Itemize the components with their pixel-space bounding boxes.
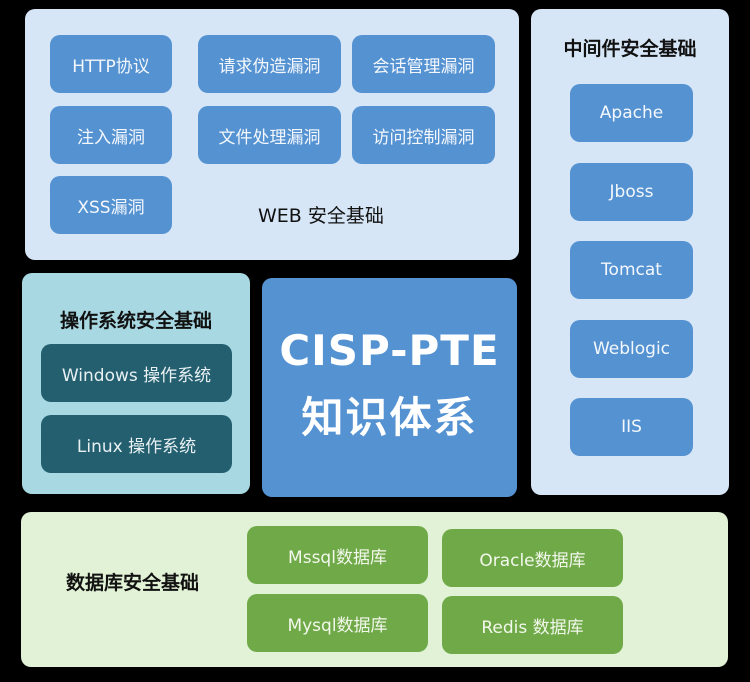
os-security-panel: 操作系统安全基础 Windows 操作系统 Linux 操作系统 [22,273,250,494]
middleware-item-iis[interactable]: IIS [570,398,693,456]
web-item-file[interactable]: 文件处理漏洞 [198,106,341,164]
db-item-label: Redis 数据库 [481,617,584,638]
middleware-item-label: IIS [621,417,642,437]
middleware-item-weblogic[interactable]: Weblogic [570,320,693,378]
middleware-item-label: Apache [599,103,664,123]
middleware-heading: 中间件安全基础 [563,38,697,60]
db-item-label: Mssql数据库 [288,547,387,568]
web-item-label: 请求伪造漏洞 [218,56,321,77]
web-item-session[interactable]: 会话管理漏洞 [352,35,495,93]
middleware-item-tomcat[interactable]: Tomcat [570,241,693,299]
os-item-label: Windows 操作系统 [61,365,212,386]
db-item-mysql[interactable]: Mysql数据库 [247,594,428,652]
middleware-item-apache[interactable]: Apache [570,84,693,142]
web-item-http[interactable]: HTTP协议 [50,35,172,93]
web-item-label: HTTP协议 [72,56,150,77]
db-item-label: Oracle数据库 [479,550,586,571]
db-item-mssql[interactable]: Mssql数据库 [247,526,428,584]
core-title-line2: 知识体系 [301,393,478,442]
web-item-label: 访问控制漏洞 [372,127,475,148]
database-heading: 数据库安全基础 [66,572,200,594]
middleware-item-label: Jboss [609,182,654,202]
web-item-injection[interactable]: 注入漏洞 [50,106,172,164]
web-item-label: 会话管理漏洞 [372,56,475,77]
web-item-access[interactable]: 访问控制漏洞 [352,106,495,164]
os-item-label: Linux 操作系统 [76,436,197,457]
web-item-xss[interactable]: XSS漏洞 [50,176,172,234]
os-heading: 操作系统安全基础 [59,310,212,332]
database-security-panel: 数据库安全基础 Mssql数据库 Oracle数据库 Mysql数据库 Redi… [21,512,728,667]
middleware-panel: 中间件安全基础 Apache Jboss Tomcat Weblogic IIS [531,9,729,495]
core-title-line1: CISP-PTE [279,326,500,375]
middleware-item-label: Tomcat [601,260,662,280]
db-item-label: Mysql数据库 [287,615,388,636]
db-item-oracle[interactable]: Oracle数据库 [442,529,623,587]
web-item-label: 注入漏洞 [77,127,145,148]
web-item-label: 文件处理漏洞 [218,127,321,148]
web-item-label: XSS漏洞 [77,197,145,218]
web-item-csrf[interactable]: 请求伪造漏洞 [198,35,341,93]
middleware-item-jboss[interactable]: Jboss [570,163,693,221]
os-item-linux[interactable]: Linux 操作系统 [41,415,232,473]
middleware-item-label: Weblogic [592,339,671,359]
web-security-panel: HTTP协议 请求伪造漏洞 会话管理漏洞 注入漏洞 文件处理漏洞 访问控制漏洞 … [25,9,519,260]
db-item-redis[interactable]: Redis 数据库 [442,596,623,654]
os-item-windows[interactable]: Windows 操作系统 [41,344,232,402]
web-heading: WEB 安全基础 [258,205,384,227]
core-title-panel: CISP-PTE 知识体系 [262,278,517,497]
